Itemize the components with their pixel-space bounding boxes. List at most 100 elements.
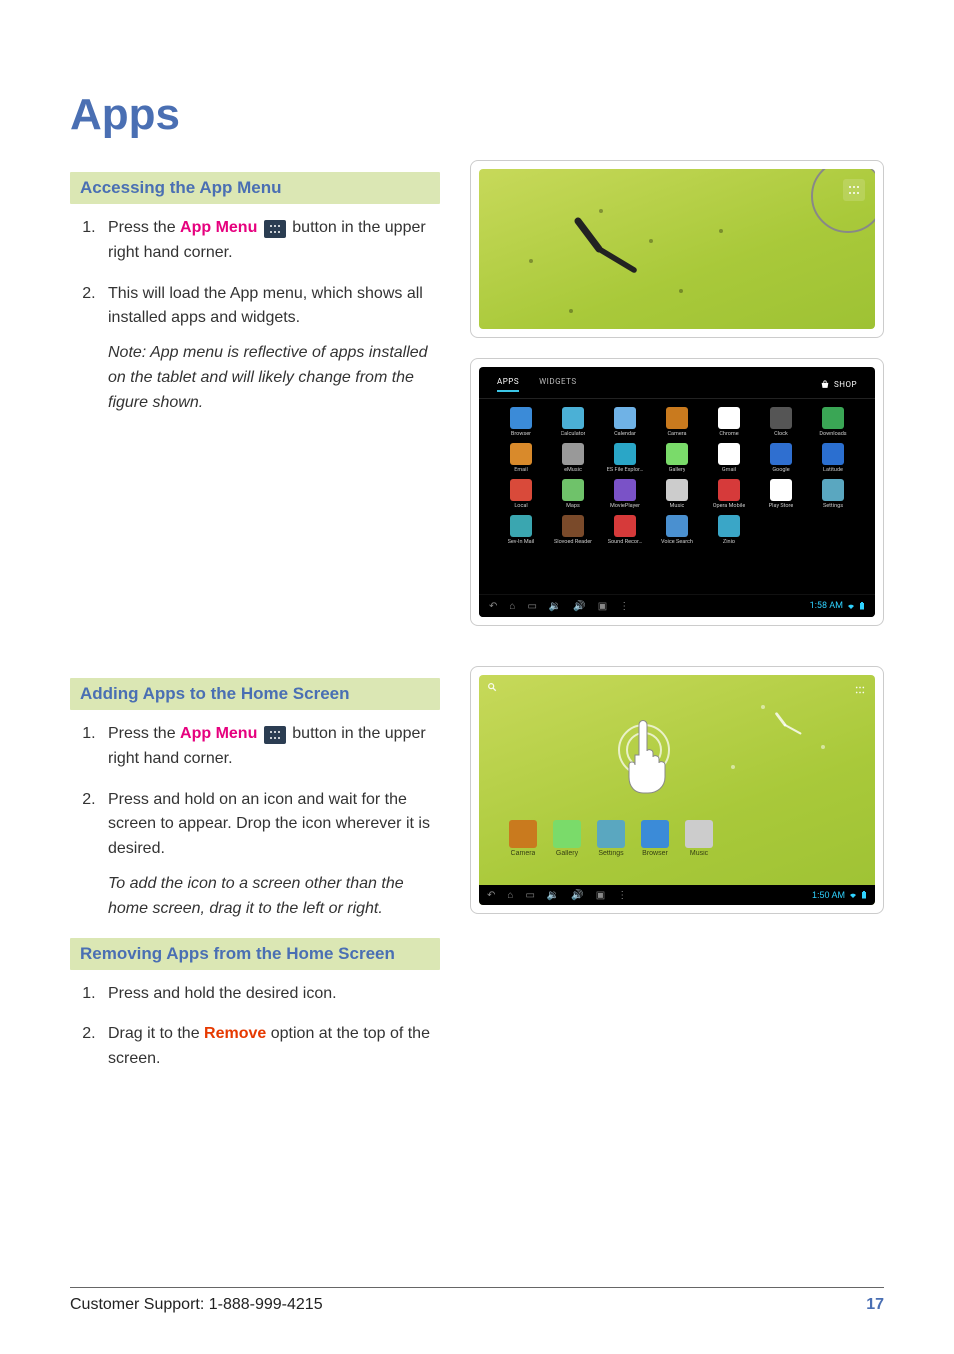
app-item[interactable]: Camera (653, 407, 701, 437)
volume-down-icon[interactable]: 🔉 (549, 601, 561, 612)
recents-icon[interactable]: ▭ (525, 890, 534, 901)
page-number: 17 (866, 1296, 884, 1314)
app-item[interactable]: Calendar (601, 407, 649, 437)
app-item[interactable]: Calculator (549, 407, 597, 437)
app-menu-label: App Menu (180, 219, 257, 236)
app-item[interactable]: Local (497, 479, 545, 509)
footer-support: Customer Support: 1-888-999-4215 (70, 1296, 323, 1314)
app-label: Browser (511, 431, 531, 437)
dock-item[interactable]: Gallery (553, 820, 581, 857)
app-icon (718, 479, 740, 501)
volume-up-icon[interactable]: 🔊 (571, 890, 583, 901)
app-icon (614, 479, 636, 501)
tab-apps[interactable]: APPS (497, 377, 519, 392)
screenshot-icon[interactable]: ▣ (598, 601, 607, 612)
volume-up-icon[interactable]: 🔊 (573, 601, 585, 612)
app-label: Slovoed Reader (554, 539, 592, 545)
app-label: ES File Explor… (607, 467, 643, 473)
shop-link[interactable]: SHOP (820, 380, 857, 390)
app-item[interactable]: Voice Search (653, 515, 701, 545)
app-menu-label: App Menu (180, 725, 257, 742)
app-icon (666, 443, 688, 465)
page-title: Apps (70, 90, 884, 140)
app-icon (822, 407, 844, 429)
app-label: Browser (642, 850, 668, 857)
app-item[interactable]: Latitude (809, 443, 857, 473)
app-item[interactable]: Sound Recor… (601, 515, 649, 545)
app-item[interactable]: Google (757, 443, 805, 473)
recents-icon[interactable]: ▭ (527, 601, 536, 612)
app-icon (718, 515, 740, 537)
app-icon (770, 479, 792, 501)
app-icon (685, 820, 713, 848)
home-icon[interactable]: ⌂ (507, 890, 513, 901)
home-icon[interactable]: ⌂ (509, 601, 515, 612)
app-icon (509, 820, 537, 848)
app-label: Chrome (719, 431, 738, 437)
app-icon (562, 479, 584, 501)
volume-down-icon[interactable]: 🔉 (547, 890, 559, 901)
section-header-removing: Removing Apps from the Home Screen (70, 938, 440, 970)
search-icon[interactable] (487, 679, 497, 697)
app-item[interactable]: Settings (809, 479, 857, 509)
dock-item[interactable]: Camera (509, 820, 537, 857)
app-icon (666, 479, 688, 501)
more-icon[interactable]: ⋮ (617, 890, 627, 901)
app-item[interactable]: Zinio (705, 515, 753, 545)
app-item[interactable]: Gallery (653, 443, 701, 473)
app-label: Camera (667, 431, 686, 437)
app-item[interactable]: Opera Mobile (705, 479, 753, 509)
app-item[interactable]: Sev-In Mail (497, 515, 545, 545)
app-label: Clock (774, 431, 788, 437)
app-label: Play Store (769, 503, 794, 509)
app-icon (553, 820, 581, 848)
app-item[interactable]: Play Store (757, 479, 805, 509)
app-item[interactable]: Clock (757, 407, 805, 437)
app-label: eMusic (564, 467, 582, 473)
app-icon (562, 407, 584, 429)
app-item[interactable]: MoviePlayer (601, 479, 649, 509)
app-label: Email (514, 467, 528, 473)
drawer-tabs: APPS WIDGETS (497, 377, 577, 392)
app-item[interactable]: Gmail (705, 443, 753, 473)
app-icon (562, 443, 584, 465)
dock: Camera Gallery Settings Browser Music (509, 820, 713, 857)
tab-widgets[interactable]: WIDGETS (539, 377, 577, 392)
app-item[interactable]: eMusic (549, 443, 597, 473)
app-icon (510, 515, 532, 537)
app-menu-button[interactable] (853, 683, 867, 697)
text: This will load the App menu, which shows… (108, 285, 423, 327)
app-item[interactable]: Browser (497, 407, 545, 437)
dock-item[interactable]: Music (685, 820, 713, 857)
shop-label: SHOP (834, 380, 857, 389)
accessing-note: Note: App menu is reflective of apps ins… (108, 341, 440, 415)
back-icon[interactable]: ↶ (489, 601, 497, 612)
app-item[interactable]: Maps (549, 479, 597, 509)
app-item[interactable]: Email (497, 443, 545, 473)
app-label: Downloads (819, 431, 846, 437)
nav-bar: ↶ ⌂ ▭ 🔉 🔊 ▣ ⋮ 1:50 AM (479, 885, 875, 905)
app-item[interactable]: Downloads (809, 407, 857, 437)
section-header-accessing: Accessing the App Menu (70, 172, 440, 204)
app-item[interactable]: Music (653, 479, 701, 509)
dock-item[interactable]: Settings (597, 820, 625, 857)
app-item[interactable]: Slovoed Reader (549, 515, 597, 545)
removing-step-2: Drag it to the Remove option at the top … (100, 1022, 440, 1072)
app-icon (666, 515, 688, 537)
screenshot-home-callout (470, 160, 884, 338)
app-label: Local (514, 503, 527, 509)
app-menu-button[interactable] (843, 179, 865, 201)
screenshot-drag-home: Camera Gallery Settings Browser Music ↶ ⌂ ▭ … (470, 666, 884, 914)
app-label: Camera (511, 850, 536, 857)
dock-item[interactable]: Browser (641, 820, 669, 857)
app-icon (666, 407, 688, 429)
app-item[interactable]: Chrome (705, 407, 753, 437)
app-item[interactable]: ES File Explor… (601, 443, 649, 473)
screenshot-icon[interactable]: ▣ (596, 890, 605, 901)
app-icon (641, 820, 669, 848)
app-label: Gallery (556, 850, 578, 857)
more-icon[interactable]: ⋮ (619, 601, 629, 612)
app-label: Settings (598, 850, 623, 857)
app-label: Google (772, 467, 789, 473)
back-icon[interactable]: ↶ (487, 890, 495, 901)
